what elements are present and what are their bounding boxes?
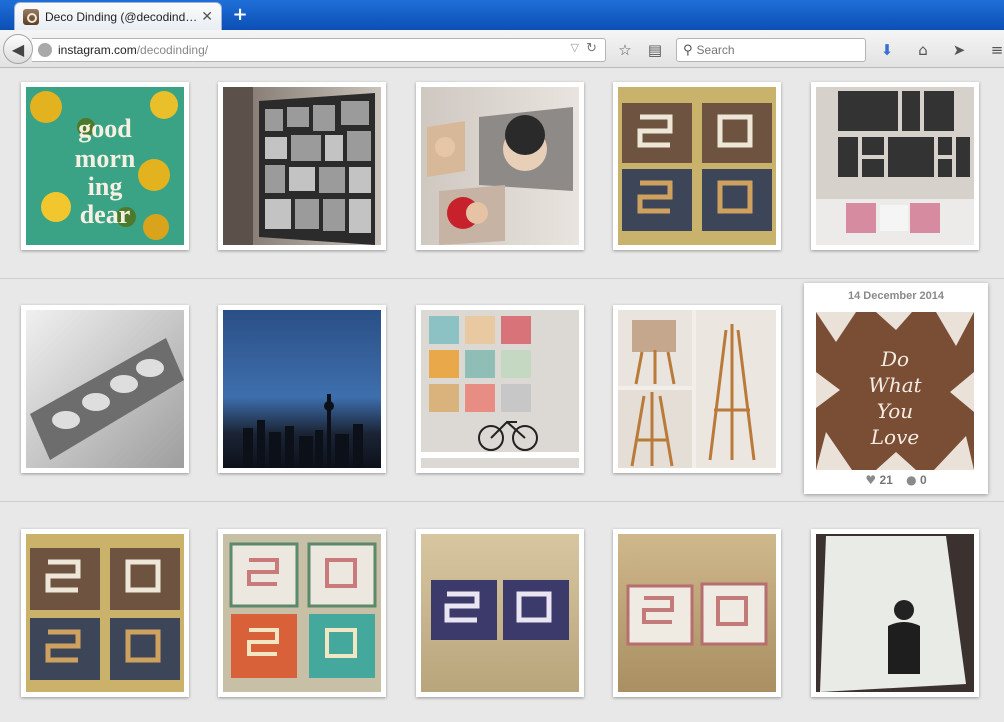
globe-icon [38,43,52,57]
comment-icon: ● [906,473,917,487]
search-icon: ⚲ [683,42,693,58]
share-icon[interactable]: ➤ [948,39,970,61]
svg-text:Love: Love [870,425,919,449]
photo-blue-pattern-calligraphy [421,534,579,692]
like-count: 21 [879,473,893,487]
tab-bar: Deco Dinding (@decodinding) ... ✕ + [0,0,1004,30]
photo-floral-frames [618,534,776,692]
home-icon[interactable]: ⌂ [912,39,934,61]
photo-portrait-canvas [816,534,974,692]
bookmark-star-icon[interactable]: ☆ [614,39,636,61]
photo-tile[interactable] [21,305,189,473]
photo-city-skyline [223,310,381,468]
photo-easel-collage [618,310,776,468]
comment-count: 0 [919,473,927,487]
photo-tile[interactable] [613,305,781,473]
svg-text:ing: ing [88,172,123,201]
photo-calligraphy-wood [618,87,776,245]
back-arrow-icon: ◀ [11,39,25,59]
svg-text:morn: morn [75,144,136,173]
menu-icon[interactable]: ≡ [986,39,1004,61]
photo-tile[interactable] [218,529,386,697]
photo-tile[interactable] [218,305,386,473]
tab-title: Deco Dinding (@decodinding) ... [45,9,198,24]
url-bar[interactable]: instagram.com/decodinding/ ▽ ↻ [32,38,606,62]
photo-calligraphy-wood-2 [26,534,184,692]
svg-text:dear: dear [80,200,131,229]
back-button[interactable]: ◀ [3,34,33,64]
post-date: 14 December 2014 [847,290,944,302]
new-tab-button[interactable]: + [230,5,250,25]
photo-tile[interactable] [21,529,189,697]
url-dropdown-icon[interactable]: ▽ [571,41,579,54]
photo-floral-calligraphy [223,534,381,692]
post-stats: ♥ 21 ● 0 [804,473,988,487]
row-divider [0,501,1004,502]
photo-tile[interactable]: good morn ing dear [21,82,189,250]
navigation-toolbar: instagram.com/decodinding/ ▽ ↻ ◀ ☆ ▤ ⚲ ⬇… [0,30,1004,68]
row-divider [0,278,1004,279]
photo-baby-canvas [421,87,579,245]
photo-gallery-wall [816,87,974,245]
url-text[interactable]: instagram.com/decodinding/ [58,43,208,57]
photo-tile[interactable] [218,82,386,250]
photo-good-morning: good morn ing dear [26,87,184,245]
photo-tile[interactable] [811,529,979,697]
photo-babies-canvas [26,310,184,468]
featured-post-card[interactable]: 14 December 2014 Do What You Love ♥ 21 ●… [804,283,988,494]
search-bar[interactable]: ⚲ [676,38,866,62]
tab-close-icon[interactable]: ✕ [201,9,213,25]
heart-icon: ♥ [865,473,877,487]
photo-tile[interactable] [613,529,781,697]
svg-text:Do: Do [880,347,909,371]
photo-tile[interactable] [416,305,584,473]
reading-list-icon[interactable]: ▤ [644,39,666,61]
download-icon[interactable]: ⬇ [876,39,898,61]
search-input[interactable] [696,43,847,57]
profile-grid: good morn ing dear 14 December 2014 Do W… [0,69,1004,722]
photo-tile[interactable] [416,529,584,697]
svg-text:What: What [868,373,922,397]
svg-text:good: good [78,114,132,143]
browser-tab[interactable]: Deco Dinding (@decodinding) ... ✕ [14,2,222,30]
photo-do-what-you-love: Do What You Love [816,312,974,470]
photo-shelf-canvas [421,310,579,468]
instagram-favicon-icon [23,8,39,25]
photo-tile[interactable] [811,82,979,250]
photo-tile[interactable] [613,82,781,250]
url-domain: instagram.com [58,43,137,57]
photo-tile[interactable] [416,82,584,250]
url-path: /decodinding/ [136,43,209,57]
svg-text:You: You [877,399,913,423]
photo-collage-canvas [223,87,381,245]
reload-icon[interactable]: ↻ [586,41,597,56]
